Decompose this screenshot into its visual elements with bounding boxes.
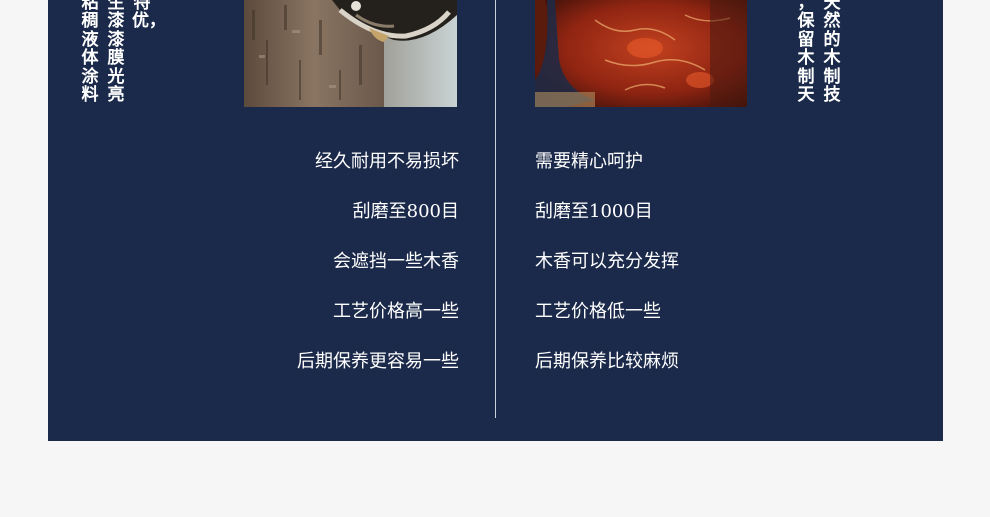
list-item: 刮磨至800目 xyxy=(352,201,459,222)
lacquer-tapping-illustration xyxy=(244,0,457,107)
list-item: 后期保养更容易一些 xyxy=(297,351,459,372)
right-vertical-text-1: ，保留木制天 xyxy=(797,0,815,106)
right-vertical-text-2: 天然的木制技 xyxy=(823,0,841,106)
wax-feature-list: 需要精心呵护 刮磨至1000目 木香可以充分发挥 工艺价格低一些 后期保养比较麻… xyxy=(535,148,679,398)
lacquer-tapping-photo xyxy=(244,0,457,107)
lacquer-feature-list: 经久耐用不易损坏 刮磨至800目 会遮挡一些木香 工艺价格高一些 后期保养更容易… xyxy=(297,148,459,398)
list-item: 工艺价格高一些 xyxy=(333,301,459,322)
comparison-panel: 粘稠液体涂料 生漆漆膜光亮 特优， ，保留木制天 天然的木制技 经久耐用不易损坏… xyxy=(48,0,943,441)
center-divider xyxy=(495,0,496,418)
list-item: 木香可以充分发挥 xyxy=(535,251,679,272)
left-vertical-text-2: 生漆漆膜光亮 xyxy=(107,0,125,106)
list-item: 经久耐用不易损坏 xyxy=(315,151,459,172)
list-item: 后期保养比较麻烦 xyxy=(535,351,679,372)
wood-carving-photo xyxy=(535,0,747,107)
list-item: 需要精心呵护 xyxy=(535,151,643,172)
wood-carving-illustration xyxy=(535,0,747,107)
list-item: 刮磨至1000目 xyxy=(535,201,653,222)
left-vertical-text-3: 特优， xyxy=(132,0,166,32)
list-item: 工艺价格低一些 xyxy=(535,301,661,322)
left-vertical-text-1: 粘稠液体涂料 xyxy=(81,0,99,106)
list-item: 会遮挡一些木香 xyxy=(333,251,459,272)
